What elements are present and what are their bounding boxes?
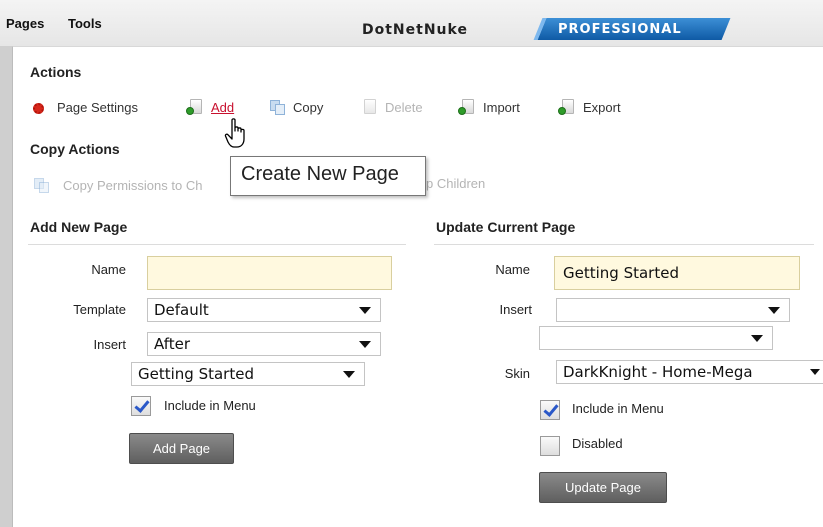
import-action[interactable]: Import [458, 98, 520, 116]
update-insert-label: Insert [499, 302, 532, 317]
add-page-button[interactable]: Add Page [129, 433, 234, 464]
copy-label: Copy [293, 99, 324, 115]
add-name-label: Name [91, 262, 126, 277]
add-page-position-select[interactable]: Getting Started [131, 362, 365, 386]
menu-pages[interactable]: Pages [6, 16, 44, 31]
page-settings-action[interactable]: Page Settings [32, 98, 138, 116]
logo-edition-text: PROFESSIONAL [558, 22, 682, 37]
add-action[interactable]: Add [186, 98, 234, 116]
copy-action[interactable]: Copy [268, 98, 323, 116]
copy-to-children-label: p Children [426, 176, 486, 191]
add-page-position-value: Getting Started [138, 365, 254, 383]
update-insert-select[interactable] [556, 298, 790, 322]
add-insert-label: Insert [93, 337, 126, 352]
actions-title: Actions [30, 64, 82, 80]
add-name-input[interactable] [147, 256, 392, 290]
copy-permissions-label: Copy Permissions to Ch [63, 177, 203, 193]
logo-text: DotNetNuke [362, 22, 468, 38]
add-include-in-menu-checkbox[interactable] [131, 396, 151, 416]
page-settings-icon [32, 98, 50, 116]
disabled-checkbox[interactable] [540, 436, 560, 456]
delete-label: Delete [385, 99, 423, 115]
update-name-input[interactable]: Getting Started [554, 256, 800, 290]
add-label: Add [211, 99, 235, 115]
update-include-in-menu-label: Include in Menu [572, 401, 664, 416]
import-page-icon [458, 98, 476, 116]
update-name-label: Name [495, 262, 530, 277]
chevron-down-icon [343, 371, 355, 378]
export-action[interactable]: Export [558, 98, 621, 116]
update-current-page-divider [434, 244, 814, 245]
add-include-in-menu-label: Include in Menu [164, 398, 256, 413]
menu-tools[interactable]: Tools [68, 16, 102, 31]
template-label: Template [73, 302, 126, 317]
update-include-in-menu-checkbox[interactable] [540, 400, 560, 420]
control-panel-bar: Pages Tools DotNetNuke PROFESSIONAL [0, 0, 823, 46]
template-value: Default [154, 301, 209, 319]
skin-select[interactable]: DarkKnight - Home-Mega [556, 360, 823, 384]
copy-permissions-icon [32, 176, 56, 194]
update-current-page-title: Update Current Page [436, 219, 576, 235]
export-page-icon [558, 98, 576, 116]
add-new-page-divider [28, 244, 406, 245]
chevron-down-icon [768, 307, 780, 314]
chevron-down-icon [751, 335, 763, 342]
delete-action: Delete [360, 98, 423, 116]
chevron-down-icon [359, 341, 371, 348]
update-page-button[interactable]: Update Page [539, 472, 667, 503]
export-label: Export [583, 99, 621, 115]
page-settings-label: Page Settings [57, 99, 138, 115]
hand-cursor-icon [224, 118, 245, 148]
copy-actions-title: Copy Actions [30, 141, 120, 157]
add-tooltip: Create New Page [230, 156, 426, 196]
chevron-down-icon [359, 307, 371, 314]
copy-page-icon [268, 98, 286, 116]
copy-permissions-action: Copy Permissions to Ch [32, 176, 202, 194]
template-select[interactable]: Default [147, 298, 381, 322]
disabled-label: Disabled [572, 436, 623, 451]
chevron-down-icon [810, 369, 820, 375]
update-page-position-select[interactable] [539, 326, 773, 350]
add-insert-value: After [154, 335, 191, 353]
add-page-icon [186, 98, 204, 116]
add-new-page-title: Add New Page [30, 219, 128, 235]
delete-page-icon [360, 98, 378, 116]
import-label: Import [483, 99, 520, 115]
skin-value: DarkKnight - Home-Mega [563, 363, 753, 381]
skin-label: Skin [504, 366, 530, 381]
add-insert-select[interactable]: After [147, 332, 381, 356]
